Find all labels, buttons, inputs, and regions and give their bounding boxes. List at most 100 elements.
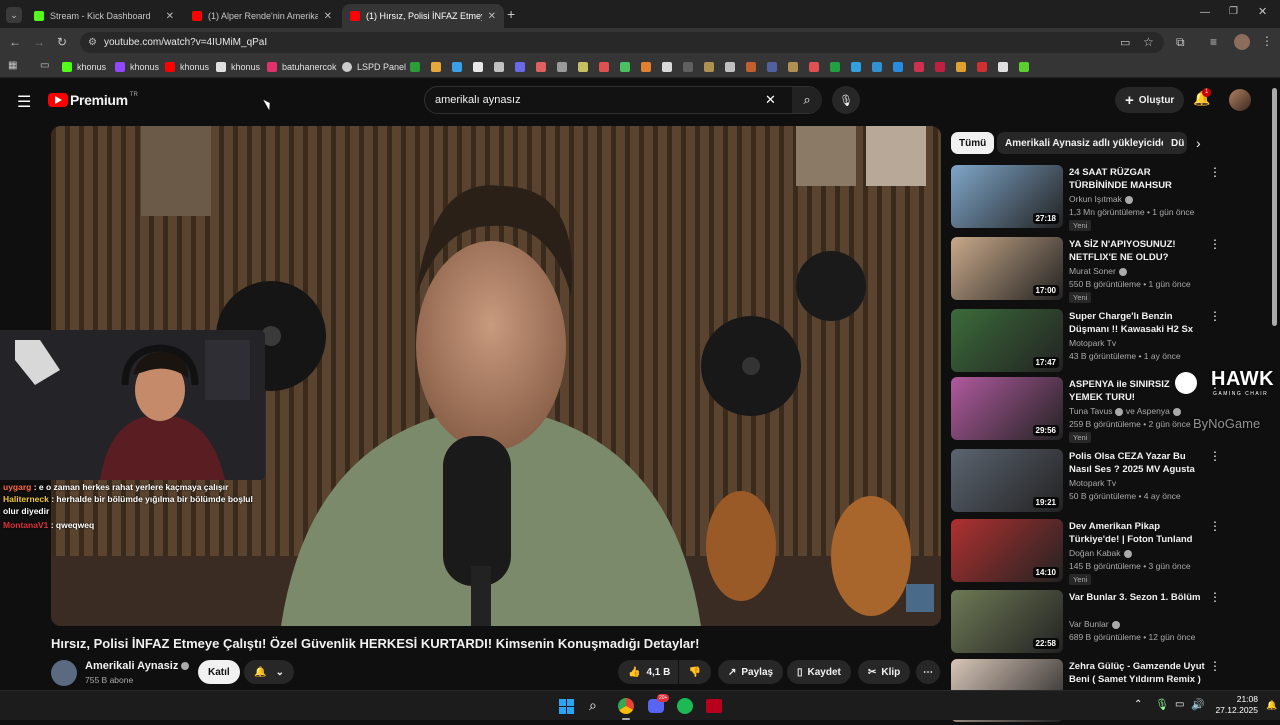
dislike-button[interactable]: 👎 <box>679 660 711 684</box>
bookmark-favicon-icon[interactable] <box>410 62 420 72</box>
tab-alper-rende[interactable]: (1) Alper Rende'nin Amerikan P ✕ <box>184 4 340 28</box>
chevron-right-icon[interactable]: › <box>1196 135 1201 151</box>
video-thumbnail[interactable]: 14:10 <box>951 519 1063 582</box>
bookmark-favicon-icon[interactable] <box>809 62 819 72</box>
chip-related[interactable]: Dü <box>1163 132 1187 154</box>
channel-name[interactable]: Murat Soner <box>1069 266 1127 276</box>
recommendation-item[interactable]: 17:00 YA SİZ N'APIYOSUNUZ! NETFLIX'E NE … <box>951 237 1271 303</box>
more-options-icon[interactable]: ⋮ <box>1209 519 1221 533</box>
bookmark-favicon-icon[interactable] <box>872 62 882 72</box>
windows-start-icon[interactable] <box>559 699 574 714</box>
back-icon[interactable]: ← <box>9 36 21 48</box>
recommendation-item[interactable]: 27:18 24 SAAT RÜZGAR TÜRBİNİNDE MAHSUR K… <box>951 165 1271 231</box>
channel-name[interactable]: Motopark Tv <box>1069 338 1116 348</box>
folder-icon[interactable]: ▭ <box>40 61 49 71</box>
bookmark-favicon-icon[interactable] <box>641 62 651 72</box>
video-thumbnail[interactable]: 27:18 <box>951 165 1063 228</box>
bookmark-favicon-icon[interactable] <box>851 62 861 72</box>
mic-tray-icon[interactable]: 🎙 <box>1155 698 1169 711</box>
subscribe-bell-button[interactable]: 🔔 ⌄ <box>244 660 294 684</box>
bookmark-favicon-icon[interactable] <box>956 62 966 72</box>
bookmark-favicon-icon[interactable] <box>515 62 525 72</box>
tab-search-icon[interactable]: ⌄ <box>6 7 22 23</box>
recommendation-item[interactable]: 22:58 Var Bunlar 3. Sezon 1. Bölüm Var B… <box>951 590 1271 656</box>
bookmark-favicon-icon[interactable] <box>662 62 672 72</box>
tab-kick-dashboard[interactable]: Stream - Kick Dashboard ✕ <box>26 4 182 28</box>
taskbar-search-icon[interactable]: ⌕ <box>589 697 597 714</box>
bookmark-favicon-icon[interactable] <box>788 62 798 72</box>
chip-uploader[interactable]: Amerikali Aynasiz adlı yükleyiciden <box>997 132 1181 154</box>
more-options-icon[interactable]: ⋮ <box>1209 659 1221 673</box>
bookmark-favicon-icon[interactable] <box>977 62 987 72</box>
close-icon[interactable]: ✕ <box>318 11 332 22</box>
hamburger-menu-icon[interactable]: ☰ <box>17 92 31 112</box>
bookmark-instagram[interactable]: batuhanercok <box>267 60 337 74</box>
bookmark-favicon-icon[interactable] <box>893 62 903 72</box>
channel-avatar[interactable] <box>51 660 77 686</box>
video-title[interactable]: Var Bunlar 3. Sezon 1. Bölüm <box>1069 591 1205 604</box>
video-thumbnail[interactable]: 19:21 <box>951 449 1063 512</box>
video-title[interactable]: 24 SAAT RÜZGAR TÜRBİNİNDE MAHSUR KALMAK! <box>1069 166 1205 192</box>
video-title[interactable]: Zehra Gülüç - Gamzende Uyut Beni ( Samet… <box>1069 660 1205 686</box>
bookmark-favicon-icon[interactable] <box>599 62 609 72</box>
bookmark-star-icon[interactable]: ☆ <box>1143 35 1154 49</box>
share-button[interactable]: ↗ Paylaş <box>718 660 784 684</box>
volume-icon[interactable]: 🔊 <box>1191 698 1205 711</box>
bookmark-favicon-icon[interactable] <box>683 62 693 72</box>
more-options-icon[interactable]: ⋮ <box>1209 165 1221 179</box>
more-options-icon[interactable]: ⋮ <box>1209 309 1221 323</box>
more-options-icon[interactable]: ⋮ <box>1209 449 1221 463</box>
reload-icon[interactable]: ↻ <box>57 36 67 48</box>
video-title[interactable]: Dev Amerikan Pikap Türkiye'de! | Foton T… <box>1069 520 1205 546</box>
video-thumbnail[interactable]: 29:56 <box>951 377 1063 440</box>
notification-center-icon[interactable]: 🔔 <box>1266 700 1277 711</box>
extensions-icon[interactable]: ⧉ <box>1176 36 1185 48</box>
recommendation-item[interactable]: 14:10 Dev Amerikan Pikap Türkiye'de! | F… <box>951 519 1271 585</box>
tray-chevron-icon[interactable]: ⌃ <box>1134 699 1142 710</box>
search-box[interactable]: amerikalı aynasız ✕ ⌕ <box>424 86 822 114</box>
bookmark-favicon-icon[interactable] <box>935 62 945 72</box>
clear-search-icon[interactable]: ✕ <box>765 92 776 108</box>
recommendation-item[interactable]: 17:47 Super Charge'lı Benzin Düşmanı !! … <box>951 309 1271 375</box>
more-options-icon[interactable]: ⋮ <box>1209 590 1221 604</box>
bookmark-favicon-icon[interactable] <box>557 62 567 72</box>
video-thumbnail[interactable]: 17:00 <box>951 237 1063 300</box>
address-bar[interactable]: ⚙ youtube.com/watch?v=4IUMiM_qPaI ▭ ☆ <box>80 32 1164 53</box>
voice-search-icon[interactable]: 🎙 <box>832 86 860 114</box>
search-input[interactable]: amerikalı aynasız <box>435 94 521 106</box>
window-close-icon[interactable]: ✕ <box>1258 7 1267 18</box>
clock[interactable]: 21:08 27.12.2025 <box>1214 694 1258 716</box>
bookmark-favicon-icon[interactable] <box>830 62 840 72</box>
apps-grid-icon[interactable]: ▦ <box>8 61 17 71</box>
channel-watermark[interactable] <box>906 584 934 612</box>
cast-icon[interactable]: ▭ <box>1120 36 1130 49</box>
video-title[interactable]: YA SİZ N'APIYOSUNUZ! NETFLIX'E NE OLDU? <box>1069 238 1205 264</box>
app-icon[interactable] <box>706 699 722 713</box>
recommendation-item[interactable]: 19:21 Polis Olsa CEZA Yazar Bu Nasıl Ses… <box>951 449 1271 515</box>
like-button[interactable]: 👍 4,1 B <box>618 660 678 684</box>
bookmark-khonus-youtube[interactable]: khonus <box>165 60 209 74</box>
video-thumbnail[interactable]: 17:47 <box>951 309 1063 372</box>
bookmark-favicon-icon[interactable] <box>1019 62 1029 72</box>
channel-name[interactable]: Tuna Tavus ve Aspenya <box>1069 406 1181 416</box>
channel-name[interactable]: Doğan Kabak <box>1069 548 1132 558</box>
video-title[interactable]: Polis Olsa CEZA Yazar Bu Nasıl Ses ? 202… <box>1069 450 1205 476</box>
minimize-icon[interactable]: — <box>1200 8 1210 18</box>
channel-name[interactable]: Var Bunlar <box>1069 619 1120 629</box>
account-avatar[interactable] <box>1229 89 1251 111</box>
bookmark-favicon-icon[interactable] <box>494 62 504 72</box>
bookmark-favicon-icon[interactable] <box>431 62 441 72</box>
bookmark-favicon-icon[interactable] <box>620 62 630 72</box>
bookmark-favicon-icon[interactable] <box>914 62 924 72</box>
search-icon[interactable]: ⌕ <box>792 87 822 113</box>
close-icon[interactable]: ✕ <box>160 11 174 22</box>
close-icon[interactable]: ✕ <box>482 11 496 22</box>
monitor-tray-icon[interactable]: ▭ <box>1175 699 1184 710</box>
more-options-icon[interactable]: ⋮ <box>1209 237 1221 251</box>
new-tab-icon[interactable]: + <box>507 7 515 21</box>
media-icon[interactable]: ≡ <box>1210 36 1217 48</box>
chip-all[interactable]: Tümü <box>951 132 995 154</box>
channel-name[interactable]: Amerikali Aynasiz <box>85 660 178 672</box>
bookmark-khonus-twitch[interactable]: khonus <box>115 60 159 74</box>
join-button[interactable]: Katıl <box>198 660 240 684</box>
